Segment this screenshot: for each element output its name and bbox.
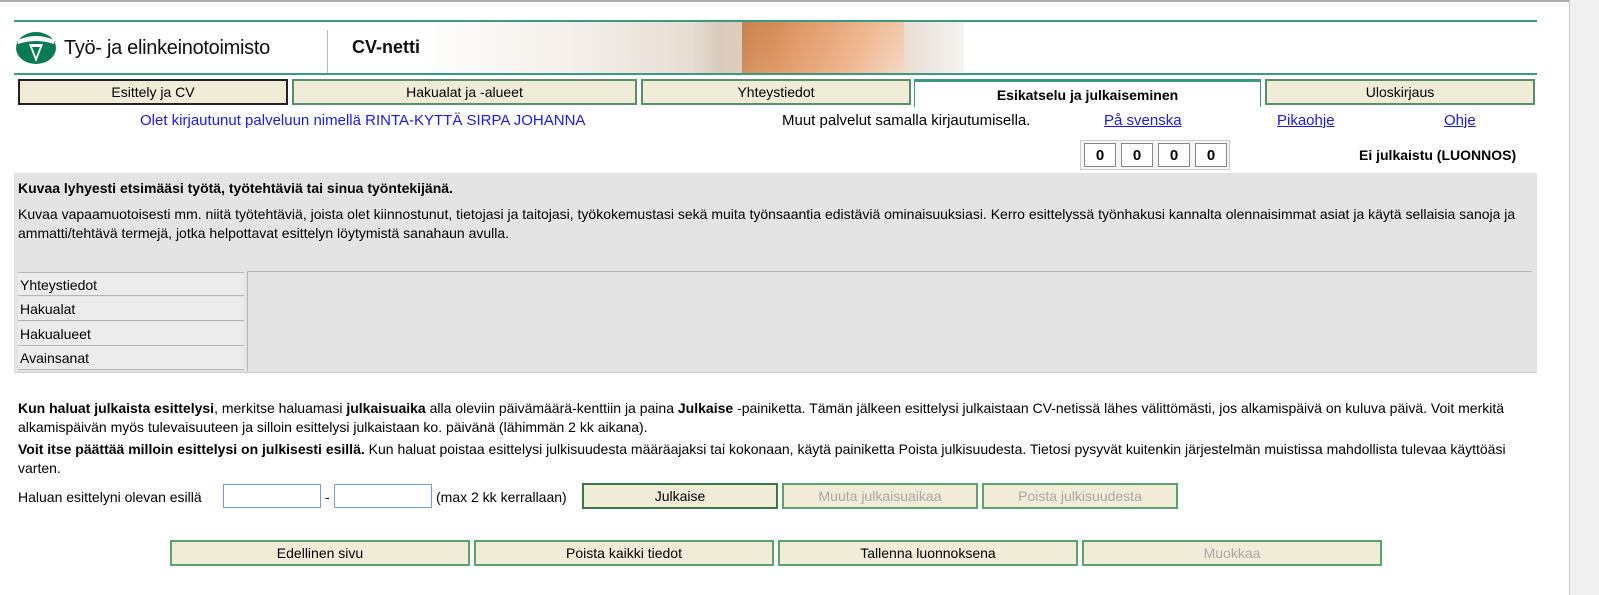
save-draft-button[interactable]: Tallenna luonnoksena [778,540,1078,566]
tab-label: Hakualat ja -alueet [406,84,523,100]
counter-digit: 0 [1121,143,1153,167]
summary-row-yhteystiedot: Yhteystiedot [18,272,244,296]
tab-label: Yhteystiedot [737,84,815,100]
button-label: Tallenna luonnoksena [860,545,996,561]
instr-bold: Voit itse päättää milloin esittelysi on … [18,441,365,457]
other-services[interactable]: Muut palvelut samalla kirjautumisella. [782,112,1030,129]
tab-uloskirjaus[interactable]: Uloskirjaus [1265,79,1535,105]
summary-values-area [247,271,1532,371]
org-name: Työ- ja elinkeinotoimisto [64,36,270,59]
visit-counter: 0 0 0 0 [1080,140,1230,170]
instr-text: alla oleviin päivämäärä-kenttiin ja pain… [425,400,678,416]
window-top-border [0,0,1599,2]
tab-esikatselu[interactable]: Esikatselu ja julkaiseminen [914,79,1261,107]
unpublish-instructions: Voit itse päättää milloin esittelysi on … [18,440,1533,478]
app-title: CV-netti [352,37,421,57]
tab-yhteystiedot[interactable]: Yhteystiedot [641,79,911,105]
tab-label: Uloskirjaus [1365,84,1435,100]
publish-button[interactable]: Julkaise [582,483,778,509]
max-period-note: (max 2 kk kerrallaan) [436,489,567,505]
instr-bold: julkaisuaika [346,400,426,416]
summary-row-hakualat: Hakualat [18,297,244,321]
publish-status: Ei julkaistu (LUONNOS) [1359,147,1517,163]
instr-bold: Kun haluat julkaista esittelysi [18,400,215,416]
publish-period-label: Haluan esittelyni olevan esillä [18,489,202,505]
instr-bold: Julkaise [677,400,734,416]
button-label: Muokkaa [1203,545,1261,561]
button-label: Edellinen sivu [276,545,364,561]
header-banner-accent [742,22,904,74]
button-label: Julkaise [654,488,706,504]
help-link[interactable]: Ohje [1444,112,1476,129]
summary-description: Kuvaa vapaamuotoisesti mm. niitä työteht… [18,206,1516,241]
counter-digit: 0 [1195,143,1227,167]
scrollbar[interactable] [1569,0,1599,595]
button-label: Poista julkisuudesta [1018,488,1142,504]
header-divider [327,30,328,74]
end-date-input[interactable] [334,484,432,508]
tab-label: Esikatselu ja julkaiseminen [996,86,1179,103]
date-separator: - [325,489,330,505]
tab-esittely-ja-cv[interactable]: Esittely ja CV [18,79,288,105]
tab-hakualat[interactable]: Hakualat ja -alueet [292,79,637,105]
te-office-logo: Työ- ja elinkeinotoimisto [14,30,270,66]
change-publish-time-button[interactable]: Muuta julkaisuaikaa [782,483,978,509]
swedish-link[interactable]: På svenska [1104,112,1182,129]
remove-from-public-button[interactable]: Poista julkisuudesta [982,483,1178,509]
summary-row-hakualueet: Hakualueet [18,322,244,346]
summary-title: Kuvaa lyhyesti etsimääsi työtä, työtehtä… [18,180,453,196]
edit-button[interactable]: Muokkaa [1082,540,1382,566]
logged-in-text: Olet kirjautunut palveluun nimellä RINTA… [140,112,586,129]
previous-page-button[interactable]: Edellinen sivu [170,540,470,566]
button-label: Poista kaikki tiedot [566,545,682,561]
other-services-link[interactable]: Muut palvelut samalla kirjautumisella [782,112,1026,129]
button-label: Muuta julkaisuaikaa [818,488,942,504]
quick-help-link[interactable]: Pikaohje [1277,112,1335,129]
header-bottom-line [14,73,1537,75]
summary-row-avainsanat: Avainsanat [18,346,244,370]
counter-digit: 0 [1084,143,1116,167]
delete-all-button[interactable]: Poista kaikki tiedot [474,540,774,566]
tab-label: Esittely ja CV [111,84,195,100]
instr-text: , merkitse haluamasi [214,400,347,416]
te-logo-icon [16,32,56,64]
counter-digit: 0 [1158,143,1190,167]
publish-instructions: Kun haluat julkaista esittelysi, merkits… [18,399,1533,437]
other-services-dot: . [1026,112,1031,129]
start-date-input[interactable] [223,484,321,508]
